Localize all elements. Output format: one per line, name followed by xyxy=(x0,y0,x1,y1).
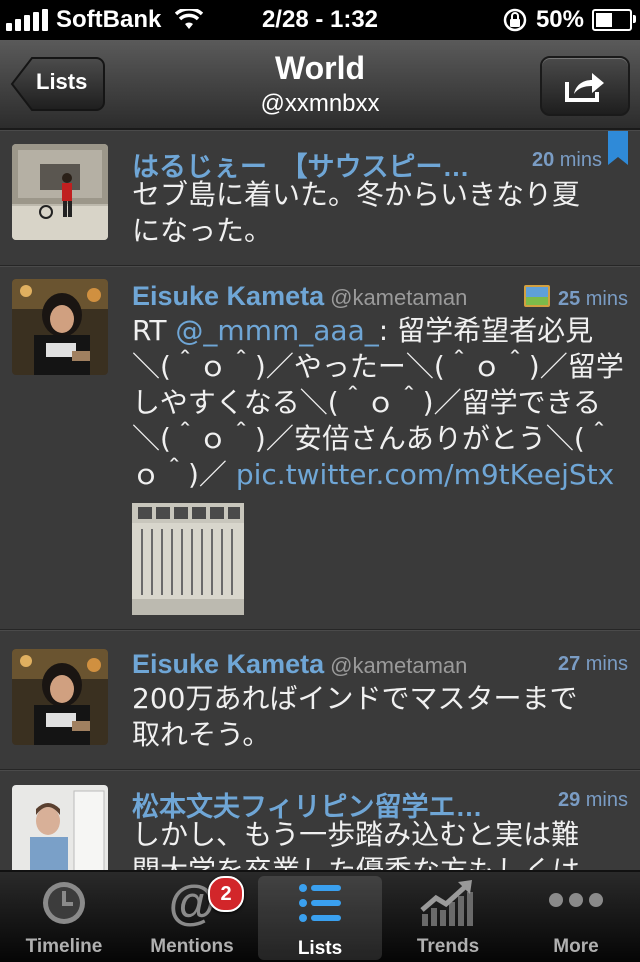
tab-timeline[interactable]: Timeline xyxy=(0,872,128,962)
newspaper-photo xyxy=(132,503,244,615)
tweet-text: しかし、もう一歩踏み込むと実は難 関大学を卒業した優秀な方もしくは xyxy=(132,817,624,870)
share-button[interactable] xyxy=(540,56,630,116)
tab-label: More xyxy=(553,936,599,957)
tweet-time-unit: mins xyxy=(580,288,628,310)
tweet-image-thumbnail[interactable] xyxy=(132,503,244,615)
navigation-bar: Lists World @xxmnbxx xyxy=(0,40,640,130)
tweet-time-number: 29 xyxy=(557,789,581,811)
tweet-row[interactable]: Eisuke Kameta @kametaman 25 mins RT @_mmm… xyxy=(0,266,640,631)
tweet-author-name-text: Eisuke Kameta xyxy=(132,649,325,679)
tweet-text-line: になった。 xyxy=(132,214,273,247)
battery-percent: 50% xyxy=(535,6,584,33)
avatar-photo xyxy=(12,144,108,240)
tab-label: Trends xyxy=(416,936,480,957)
tab-lists[interactable]: Lists xyxy=(258,876,382,960)
tab-trends[interactable]: Trends xyxy=(384,872,512,962)
avatar-photo xyxy=(12,649,108,745)
tweet-author-handle: @kametaman xyxy=(330,285,468,310)
tweet-text: 200万あればインドでマスターまで 取れそう。 xyxy=(132,681,624,753)
tweet-text: セブ島に着いた。冬からいきなり夏 になった。 xyxy=(132,177,624,249)
tweet-text-line: ＼(＾ｏ＾)／安倍さんありがとう＼(＾ xyxy=(132,422,613,455)
avatar-photo xyxy=(12,279,108,375)
avatar[interactable] xyxy=(12,785,108,870)
status-bar: SoftBank 2/28 - 1:32 50% xyxy=(0,0,640,40)
tweet-list[interactable]: はるじぇー 【サウスピー… 20 mins セブ島に着いた。冬からいきなり夏 に… xyxy=(0,130,640,870)
tweet-author-name[interactable]: Eisuke Kameta @kametaman xyxy=(132,281,467,312)
tweet-text-line: ＼(＾ｏ＾)／やったー＼(＾ｏ＾)／留学 xyxy=(132,350,624,383)
tweet-time: 27 mins xyxy=(558,653,628,676)
avatar-photo xyxy=(12,785,108,870)
battery-icon xyxy=(592,9,636,31)
tweet-text-fragment: RT xyxy=(132,314,176,347)
tweet-time: 25 mins xyxy=(523,285,628,311)
clock-icon xyxy=(43,882,85,924)
avatar[interactable] xyxy=(12,649,108,745)
notification-badge: 2 xyxy=(208,876,244,912)
tweet-row[interactable]: はるじぇー 【サウスピー… 20 mins セブ島に着いた。冬からいきなり夏 に… xyxy=(0,130,640,267)
mention-link[interactable]: @_mmm_aaa_ xyxy=(175,314,378,347)
tweet-time: 29 mins xyxy=(558,789,628,812)
tweet-author-name[interactable]: Eisuke Kameta @kametaman xyxy=(132,649,467,680)
tweet-author-name-text: Eisuke Kameta xyxy=(132,281,325,311)
tab-more[interactable]: More xyxy=(512,872,640,962)
more-dots-icon xyxy=(549,893,603,907)
tweet-time-unit: mins xyxy=(580,653,628,675)
tweet-time-number: 25 xyxy=(557,288,581,310)
tab-mentions[interactable]: @ 2 Mentions xyxy=(128,872,256,962)
tab-label: Mentions xyxy=(150,936,234,957)
tweet-row[interactable]: Eisuke Kameta @kametaman 27 mins 200万あればイ… xyxy=(0,630,640,771)
rotation-lock-icon xyxy=(503,8,527,32)
tweet-time-number: 20 xyxy=(531,149,555,171)
tweet-text-line: セブ島に着いた。冬からいきなり夏 xyxy=(132,178,581,211)
tweet-time-number: 27 xyxy=(557,653,581,675)
tweet-text-line: RT @_mmm_aaa_: 留学希望者必見 xyxy=(132,313,624,349)
tweet-author-handle: @kametaman xyxy=(330,653,468,678)
tweet-text-fragment: : 留学希望者必見 xyxy=(378,314,594,347)
tweet-text-line: 取れそう。 xyxy=(132,718,271,751)
tweet-text-line: ｏ＾)／ pic.twitter.com/m9tKeejStx xyxy=(132,457,624,493)
share-arrow-icon xyxy=(565,73,604,102)
tweet-time-unit: mins xyxy=(554,149,602,171)
tweet-text-fragment: ｏ＾)／ xyxy=(132,458,236,491)
status-right: 50% xyxy=(502,6,636,34)
avatar[interactable] xyxy=(12,144,108,240)
tweet-text-line: しやすくなる＼(＾ｏ＾)／留学できる xyxy=(132,386,602,419)
tweet-time: 20 mins xyxy=(532,149,602,172)
tweet-time-unit: mins xyxy=(580,789,628,811)
tweet-row[interactable]: 松本文夫フィリピン留学エ… 29 mins しかし、もう一歩踏み込むと実は難 関… xyxy=(0,770,640,870)
avatar[interactable] xyxy=(12,279,108,375)
tweet-text: RT @_mmm_aaa_: 留学希望者必見 ＼(＾ｏ＾)／やったー＼(＾ｏ＾)… xyxy=(132,313,624,493)
bookmark-icon xyxy=(608,131,628,165)
tab-bar: Timeline @ 2 Mentions Lists Trends More xyxy=(0,870,640,962)
tweet-text-line: 関大学を卒業した優秀な方もしくは xyxy=(132,853,624,870)
tab-label: Timeline xyxy=(25,936,103,957)
trend-chart-icon xyxy=(420,880,473,926)
list-icon xyxy=(299,884,341,922)
tweet-text-line: 200万あればインドでマスターまで xyxy=(132,682,578,715)
image-attachment-icon xyxy=(523,285,550,307)
tweet-text-line: しかし、もう一歩踏み込むと実は難 xyxy=(132,818,580,851)
photo-link[interactable]: pic.twitter.com/m9tKeejStx xyxy=(236,458,614,491)
tab-label: Lists xyxy=(297,938,343,959)
